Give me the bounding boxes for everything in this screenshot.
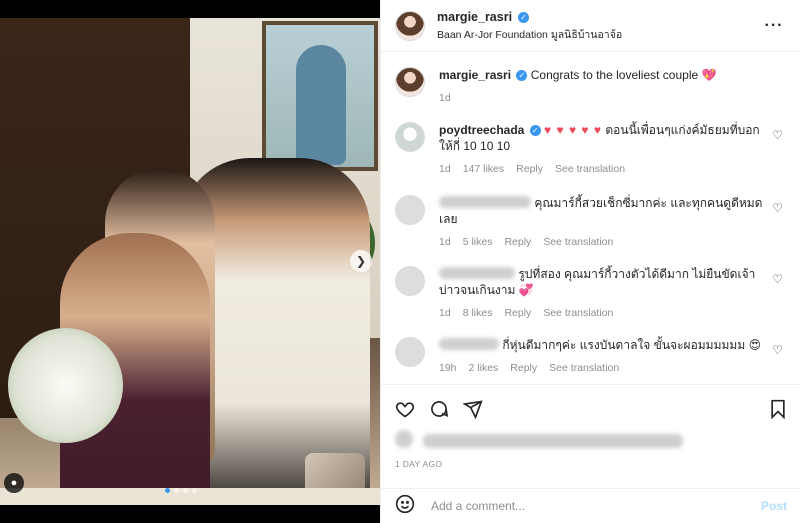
verified-badge-icon: ✓: [516, 70, 528, 81]
caption: margie_rasri ✓ Congrats to the loveliest…: [395, 67, 787, 106]
comment-hearts: ♥ ♥ ♥ ♥ ♥: [544, 123, 603, 137]
post-side-panel: margie_rasri ✓ Baan Ar-Jor Foundation มู…: [380, 0, 800, 523]
bookmark-icon[interactable]: [753, 397, 787, 421]
heart-icon[interactable]: [395, 397, 429, 421]
add-comment-input[interactable]: [431, 499, 761, 513]
comment-like-heart-icon[interactable]: ♡: [772, 343, 783, 357]
comment-likes[interactable]: 147 likes: [463, 161, 504, 177]
comment-emoji: 💞: [518, 283, 534, 297]
comment-item: poydtreechada ✓ ♥ ♥ ♥ ♥ ♥ ตอนนี้เพื่อนๆแ…: [395, 122, 787, 177]
hidden-username: [439, 338, 499, 350]
caption-username[interactable]: margie_rasri: [439, 68, 511, 82]
comment-icon[interactable]: [429, 397, 463, 421]
comment-time: 1d: [439, 307, 451, 319]
carousel-dot: [174, 488, 179, 493]
carousel-dot: [183, 488, 188, 493]
avatar[interactable]: [395, 337, 425, 367]
avatar[interactable]: [395, 122, 425, 152]
post-header: margie_rasri ✓ Baan Ar-Jor Foundation มู…: [381, 0, 800, 52]
reply-button[interactable]: Reply: [504, 305, 531, 321]
comment-like-heart-icon[interactable]: ♡: [772, 272, 783, 286]
liked-by-avatar: [395, 430, 413, 448]
more-options-icon[interactable]: ···: [762, 17, 786, 35]
see-translation-link[interactable]: See translation: [543, 305, 613, 321]
avatar[interactable]: [395, 266, 425, 296]
comment-item: รูปที่สอง คุณมาร์กี้วางตัวได้ดีมาก ไม่ยื…: [395, 266, 787, 321]
liked-by-text: [422, 434, 683, 448]
liked-by-line[interactable]: [395, 430, 683, 450]
comment-item: กี่หุ่นดีมากๆค่ะ แรงบันดาลใจ ขั้นจะผอมมม…: [395, 337, 787, 376]
post-photo: [0, 18, 380, 505]
post-time-ago[interactable]: 1 DAY AGO: [395, 459, 442, 469]
post-actions: [381, 384, 800, 432]
comment-time: 19h: [439, 362, 457, 374]
emoji-icon[interactable]: [395, 494, 419, 519]
comment-time: 1d: [439, 163, 451, 175]
post-media[interactable]: ❯ ●: [0, 0, 380, 523]
comment-likes[interactable]: 5 likes: [463, 234, 493, 250]
carousel-dots: [165, 488, 197, 493]
verified-badge-icon: ✓: [529, 125, 541, 136]
share-icon[interactable]: [463, 397, 497, 421]
comment-item: คุณมาร์กี้สวยเช็กซี่มากค่ะ และทุกคนดูดีห…: [395, 195, 787, 250]
chevron-right-icon[interactable]: ❯: [350, 250, 372, 272]
avatar[interactable]: [395, 10, 425, 41]
reply-button[interactable]: Reply: [510, 360, 537, 376]
see-translation-link[interactable]: See translation: [555, 161, 625, 177]
caption-text: Congrats to the loveliest couple: [530, 68, 699, 82]
author-username[interactable]: margie_rasri: [437, 10, 512, 24]
comment-emoji: 😍: [748, 338, 762, 352]
post-location[interactable]: Baan Ar-Jor Foundation มูลนิธิบ้านอาจ้อ: [437, 26, 762, 43]
comment-likes[interactable]: 2 likes: [469, 360, 499, 376]
caption-emoji: 💖: [701, 68, 717, 82]
comment-likes[interactable]: 8 likes: [463, 305, 493, 321]
see-translation-link[interactable]: See translation: [543, 234, 613, 250]
user-tag-icon[interactable]: ●: [4, 473, 24, 493]
post-comment-button[interactable]: Post: [761, 499, 787, 513]
see-translation-link[interactable]: See translation: [549, 360, 619, 376]
hidden-username: [439, 267, 515, 279]
photo-poster: [262, 21, 378, 171]
add-comment-bar: Post: [381, 488, 800, 523]
carousel-dot-active: [165, 488, 170, 493]
comment-like-heart-icon[interactable]: ♡: [772, 128, 783, 142]
comment-username[interactable]: poydtreechada: [439, 123, 524, 137]
caption-time: 1d: [439, 92, 451, 104]
hidden-username: [439, 196, 531, 208]
comment-like-heart-icon[interactable]: ♡: [772, 201, 783, 215]
comments-list: margie_rasri ✓ Congrats to the loveliest…: [381, 53, 800, 383]
avatar[interactable]: [395, 195, 425, 225]
verified-badge-icon: ✓: [517, 12, 529, 23]
carousel-dot: [192, 488, 197, 493]
photo-bouquet: [8, 328, 123, 443]
comment-time: 1d: [439, 236, 451, 248]
comment-text: กี่หุ่นดีมากๆค่ะ แรงบันดาลใจ ขั้นจะผอมมม…: [502, 338, 746, 352]
reply-button[interactable]: Reply: [516, 161, 543, 177]
avatar[interactable]: [395, 67, 425, 97]
reply-button[interactable]: Reply: [504, 234, 531, 250]
